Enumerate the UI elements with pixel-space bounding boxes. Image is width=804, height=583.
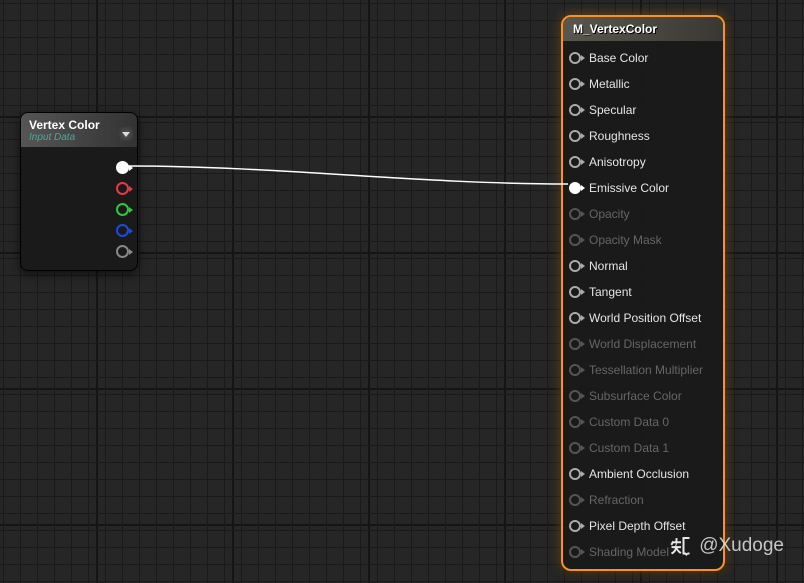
material-result-header[interactable]: M_VertexColor [563,17,723,41]
node-subtitle: Input Data [29,132,129,143]
zhihu-icon [669,534,693,558]
material-result-node[interactable]: M_VertexColor Base Color Metallic Specular… [561,15,725,571]
input-label-tangent: Tangent [589,285,632,299]
input-row-refraction: Refraction [563,487,723,513]
input-label-custom-data-0: Custom Data 0 [589,415,669,429]
input-row-normal: Normal [563,253,723,279]
rgba-output-row [21,157,137,178]
node-title: Vertex Color [29,118,129,132]
input-pin-ambient-occlusion[interactable] [569,468,581,480]
material-body: Base Color Metallic Specular Roughness Aniso… [563,41,723,569]
input-pin-emissive-color[interactable] [569,182,581,194]
input-row-metallic: Metallic [563,71,723,97]
input-pin-refraction [569,494,581,506]
input-row-base-color: Base Color [563,45,723,71]
input-row-world-displacement: World Displacement [563,331,723,357]
input-pin-base-color[interactable] [569,52,581,64]
input-row-anisotropy: Anisotropy [563,149,723,175]
input-pin-roughness[interactable] [569,130,581,142]
input-row-tangent: Tangent [563,279,723,305]
input-row-custom-data-1: Custom Data 1 [563,435,723,461]
b-output-pin[interactable] [116,224,129,237]
vertex-color-node[interactable]: Vertex Color Input Data [20,112,138,271]
input-pin-world-displacement [569,338,581,350]
rgba-output-pin[interactable] [116,161,129,174]
r-output-pin[interactable] [116,182,129,195]
input-pin-tangent[interactable] [569,286,581,298]
input-label-roughness: Roughness [589,129,650,143]
a-output-pin[interactable] [116,245,129,258]
vertex-color-node-header[interactable]: Vertex Color Input Data [21,113,137,147]
input-row-world-position-offset: World Position Offset [563,305,723,331]
input-label-refraction: Refraction [589,493,644,507]
input-row-subsurface-color: Subsurface Color [563,383,723,409]
input-label-pixel-depth-offset: Pixel Depth Offset [589,519,686,533]
input-pin-anisotropy[interactable] [569,156,581,168]
input-label-specular: Specular [589,103,636,117]
input-label-emissive-color: Emissive Color [589,181,669,195]
input-label-opacity-mask: Opacity Mask [589,233,662,247]
input-label-ambient-occlusion: Ambient Occlusion [589,467,689,481]
watermark: @Xudoge [669,534,784,558]
input-row-emissive-color: Emissive Color [563,175,723,201]
input-row-ambient-occlusion: Ambient Occlusion [563,461,723,487]
input-pin-subsurface-color [569,390,581,402]
input-pin-opacity-mask [569,234,581,246]
input-row-roughness: Roughness [563,123,723,149]
input-label-world-displacement: World Displacement [589,337,696,351]
input-label-base-color: Base Color [589,51,648,65]
input-label-world-position-offset: World Position Offset [589,311,701,325]
input-pin-tessellation-multiplier [569,364,581,376]
input-label-anisotropy: Anisotropy [589,155,646,169]
input-label-tessellation-multiplier: Tessellation Multiplier [589,363,703,377]
material-title: M_VertexColor [573,22,713,36]
input-row-specular: Specular [563,97,723,123]
g-output-row [21,199,137,220]
input-pin-normal[interactable] [569,260,581,272]
node-dropdown-icon[interactable] [119,127,133,141]
b-output-row [21,220,137,241]
input-pin-custom-data-1 [569,442,581,454]
input-pin-pixel-depth-offset[interactable] [569,520,581,532]
g-output-pin[interactable] [116,203,129,216]
input-pin-custom-data-0 [569,416,581,428]
input-pin-metallic[interactable] [569,78,581,90]
input-row-opacity: Opacity [563,201,723,227]
input-label-subsurface-color: Subsurface Color [589,389,682,403]
input-label-opacity: Opacity [589,207,630,221]
input-row-tessellation-multiplier: Tessellation Multiplier [563,357,723,383]
input-pin-specular[interactable] [569,104,581,116]
input-pin-opacity [569,208,581,220]
input-label-shading-model: Shading Model [589,545,669,559]
input-pin-shading-model [569,546,581,558]
r-output-row [21,178,137,199]
a-output-row [21,241,137,262]
input-label-metallic: Metallic [589,77,630,91]
input-row-opacity-mask: Opacity Mask [563,227,723,253]
input-pin-world-position-offset[interactable] [569,312,581,324]
node-body [21,147,137,270]
input-label-normal: Normal [589,259,628,273]
input-label-custom-data-1: Custom Data 1 [589,441,669,455]
input-row-custom-data-0: Custom Data 0 [563,409,723,435]
